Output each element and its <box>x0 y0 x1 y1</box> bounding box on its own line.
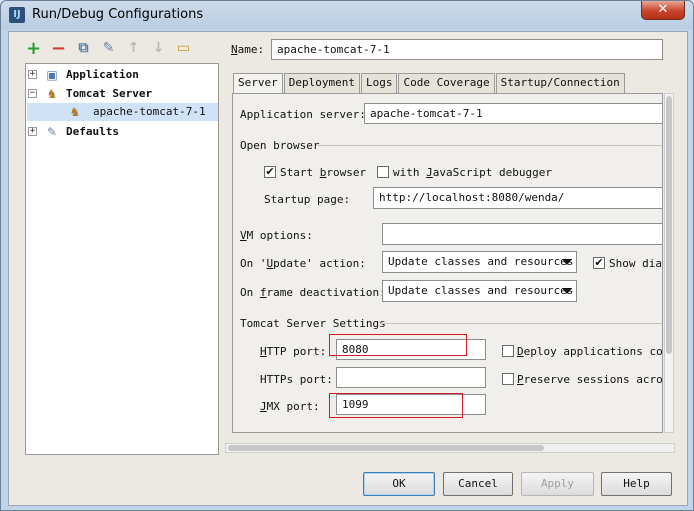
create-folder-icon[interactable]: ▭ <box>175 40 192 57</box>
group-divider <box>317 145 662 146</box>
application-server-label: Application server: <box>240 108 366 121</box>
chevron-down-icon <box>562 259 572 265</box>
tomcat-icon: ♞ <box>46 87 58 101</box>
http-port-label: HTTP port: <box>260 345 327 358</box>
tree-node-label: apache-tomcat-7-1 <box>93 105 206 118</box>
red-highlight-box <box>329 393 463 418</box>
scrollbar-thumb[interactable] <box>228 445 544 451</box>
run-debug-window: IJ Run/Debug Configurations ✕ + − ⧉ ✎ ↑ … <box>0 0 694 511</box>
move-down-icon[interactable]: ↓ <box>150 40 167 57</box>
dialog-body: + − ⧉ ✎ ↑ ↓ ▭ + ▣ Application − ♞ Tomcat… <box>8 31 688 506</box>
red-highlight-box <box>329 334 467 356</box>
tree-node-label: Defaults <box>66 125 119 138</box>
name-label: Name: <box>231 43 265 56</box>
tab-deployment[interactable]: Deployment <box>283 73 360 93</box>
application-icon: ▣ <box>46 68 58 82</box>
window-title: Run/Debug Configurations <box>32 7 204 22</box>
close-window-button[interactable]: ✕ <box>641 1 685 20</box>
tree-node-label: Tomcat Server <box>66 87 153 100</box>
show-dialog-checkbox[interactable]: ✔ <box>593 257 605 269</box>
preserve-sessions-checkbox[interactable] <box>502 373 514 385</box>
deploy-applications-label: Deploy applications conf <box>517 345 663 358</box>
apply-button[interactable]: Apply <box>521 472 594 496</box>
jmx-port-label: JMX port: <box>260 400 320 413</box>
https-port-label: HTTPs port: <box>260 373 333 386</box>
javascript-debugger-checkbox[interactable] <box>377 166 389 178</box>
tomcat-config-icon: ♞ <box>69 105 81 119</box>
start-browser-checkbox[interactable]: ✔ <box>264 166 276 178</box>
tab-logs[interactable]: Logs <box>360 73 398 93</box>
chevron-down-icon <box>562 288 572 294</box>
name-input[interactable]: apache-tomcat-7-1 <box>271 39 663 60</box>
help-button[interactable]: Help <box>601 472 672 496</box>
on-frame-deactivation-label: On frame deactivation: <box>240 286 386 299</box>
tab-startup-connection[interactable]: Startup/Connection <box>495 73 625 93</box>
remove-config-button[interactable]: − <box>50 40 67 58</box>
on-frame-deactivation-select[interactable]: Update classes and resources <box>382 280 577 302</box>
start-browser-label: Start browser <box>280 166 367 179</box>
server-tab-panel: Application server: apache-tomcat-7-1 Op… <box>232 93 663 433</box>
show-dialog-label: Show dial <box>609 257 663 270</box>
scrollbar-thumb[interactable] <box>666 96 672 354</box>
deploy-applications-checkbox[interactable] <box>502 345 514 357</box>
defaults-wrench-icon: ✎ <box>46 125 58 139</box>
tree-node-apache-tomcat-7-1[interactable]: ♞ apache-tomcat-7-1 <box>27 103 218 121</box>
add-config-button[interactable]: + <box>25 40 42 58</box>
vertical-scrollbar[interactable] <box>664 93 674 433</box>
vm-options-label: VM options: <box>240 229 313 242</box>
vm-options-input[interactable] <box>382 223 662 245</box>
javascript-debugger-label: with JavaScript debugger <box>393 166 552 179</box>
tomcat-settings-group-title: Tomcat Server Settings <box>240 317 386 330</box>
preserve-sessions-label: Preserve sessions across <box>517 373 663 386</box>
tab-server[interactable]: Server <box>233 73 283 94</box>
edit-defaults-icon[interactable]: ✎ <box>100 40 117 57</box>
tree-node-defaults[interactable]: + ✎ Defaults <box>28 123 218 141</box>
copy-config-icon[interactable]: ⧉ <box>75 40 92 57</box>
application-server-select[interactable]: apache-tomcat-7-1 <box>364 103 662 124</box>
title-bar: IJ Run/Debug Configurations ✕ <box>1 1 693 29</box>
https-port-input[interactable] <box>336 367 486 388</box>
group-divider <box>380 323 662 324</box>
ok-button[interactable]: OK <box>363 472 435 496</box>
open-browser-group-title: Open browser <box>240 139 320 152</box>
tree-node-label: Application <box>66 68 139 81</box>
startup-page-label: Startup page: <box>264 193 351 206</box>
expand-icon[interactable]: + <box>28 127 37 136</box>
horizontal-scrollbar[interactable] <box>225 443 675 453</box>
move-up-icon[interactable]: ↑ <box>125 40 142 57</box>
on-update-action-select[interactable]: Update classes and resources <box>382 251 577 273</box>
tree-node-tomcat-server[interactable]: − ♞ Tomcat Server <box>28 85 218 103</box>
config-toolbar: + − ⧉ ✎ ↑ ↓ ▭ <box>25 40 192 60</box>
config-tabs: Server Deployment Logs Code Coverage Sta… <box>233 73 626 94</box>
tab-code-coverage[interactable]: Code Coverage <box>398 73 495 93</box>
collapse-icon[interactable]: − <box>28 89 37 98</box>
tree-node-application[interactable]: + ▣ Application <box>28 66 218 84</box>
expand-icon[interactable]: + <box>28 70 37 79</box>
intellij-app-icon: IJ <box>9 7 25 23</box>
on-update-action-label: On 'Update' action: <box>240 257 366 270</box>
config-tree: + ▣ Application − ♞ Tomcat Server ♞ apac… <box>25 63 219 455</box>
cancel-button[interactable]: Cancel <box>443 472 513 496</box>
startup-page-input[interactable]: http://localhost:8080/wenda/ <box>373 187 662 209</box>
